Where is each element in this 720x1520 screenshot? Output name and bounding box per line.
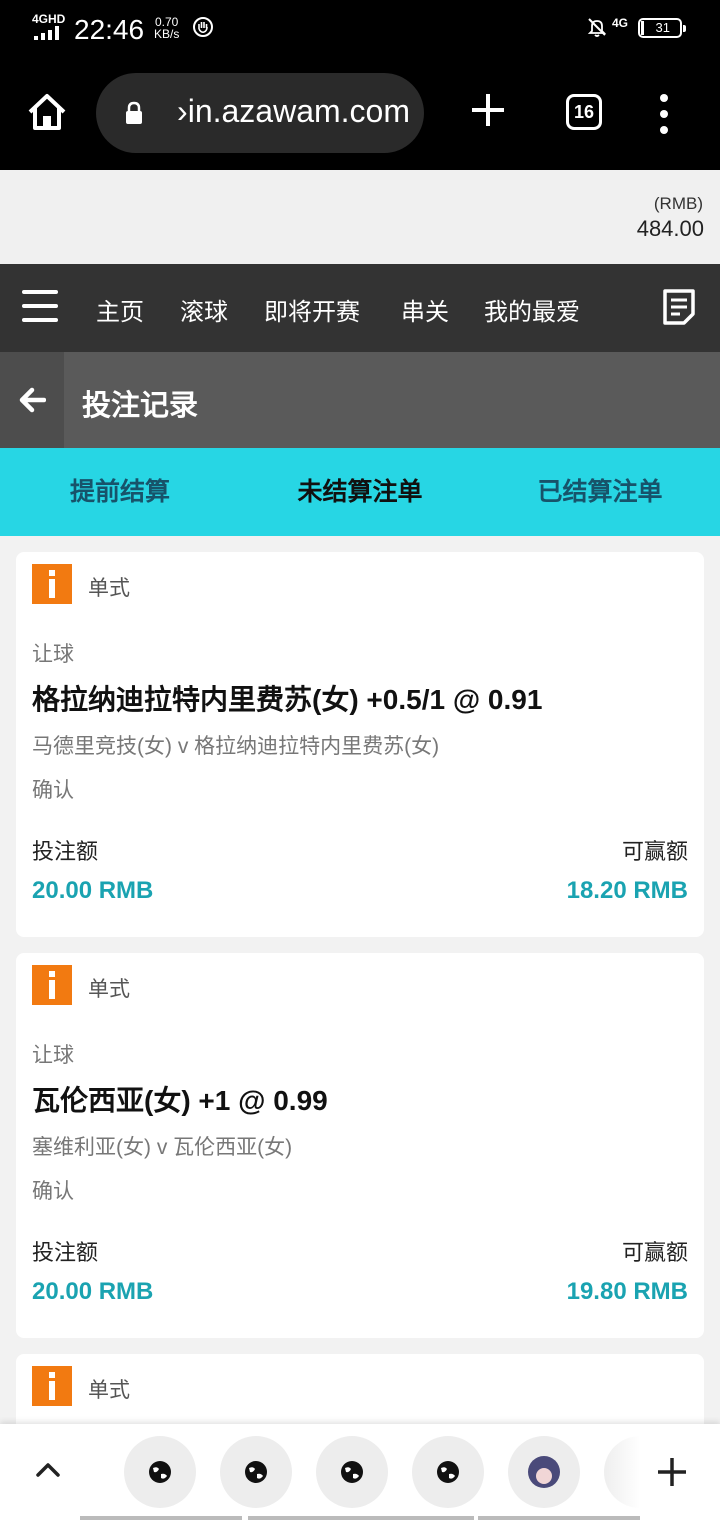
arrow-left-icon xyxy=(19,387,46,413)
browser-tab-thumb[interactable] xyxy=(316,1436,388,1508)
info-icon xyxy=(32,965,72,1005)
balance-amount: 484.00 xyxy=(636,216,704,241)
network-speed: 0.70 KB/s xyxy=(154,15,180,41)
main-nav: 主页 滚球 即将开赛 串关 我的最爱 xyxy=(0,264,720,352)
address-bar[interactable]: ›in.azawam.com xyxy=(96,73,424,153)
info-icon xyxy=(32,564,72,604)
globe-icon xyxy=(341,1461,363,1483)
browser-tab-strip xyxy=(0,1424,720,1520)
balance-panel: (RMB) 484.00 xyxy=(0,170,720,264)
globe-icon xyxy=(437,1461,459,1483)
browser-toolbar: ›in.azawam.com 16 xyxy=(0,60,720,170)
more-vertical-icon[interactable] xyxy=(652,94,676,134)
browser-tab-thumb[interactable] xyxy=(508,1436,580,1508)
tab-strip-indicator xyxy=(80,1516,242,1520)
nav-item-home[interactable]: 主页 xyxy=(96,292,144,327)
bet-tabs: 提前结算 未结算注单 已结算注单 xyxy=(0,448,720,536)
bet-card[interactable]: 单式 让球 格拉纳迪拉特内里费苏(女) +0.5/1 @ 0.91 马德里竞技(… xyxy=(16,552,704,937)
plus-icon[interactable] xyxy=(468,90,508,130)
battery-icon: 31 xyxy=(638,18,686,38)
lock-icon xyxy=(126,101,142,124)
clock: 22:46 xyxy=(74,14,145,45)
tab-switcher-button[interactable]: 16 xyxy=(566,94,602,130)
bet-type: 单式 xyxy=(88,577,130,600)
bet-market: 让球 xyxy=(32,1044,74,1067)
page-header: 投注记录 xyxy=(0,352,720,448)
avatar xyxy=(528,1456,560,1488)
bet-match: 马德里竞技(女) v 格拉纳迪拉特内里费苏(女) xyxy=(32,735,440,758)
nav-item-favorites[interactable]: 我的最爱 xyxy=(484,292,580,327)
hamburger-icon[interactable] xyxy=(22,290,58,322)
notification-off-icon xyxy=(587,18,607,37)
betslip-icon[interactable] xyxy=(662,288,696,326)
nav-item-inplay[interactable]: 滚球 xyxy=(180,292,228,327)
bet-status: 确认 xyxy=(32,1180,74,1203)
nav-item-parlay[interactable]: 串关 xyxy=(401,292,449,327)
tab-unsettled[interactable]: 未结算注单 xyxy=(240,448,480,536)
win-label: 可赢额 xyxy=(621,839,688,864)
tab-strip-indicator xyxy=(248,1516,474,1520)
tab-early-settlement[interactable]: 提前结算 xyxy=(0,448,240,536)
win-amount: 19.80 RMB xyxy=(566,1278,688,1305)
info-icon xyxy=(32,1366,72,1406)
nav-item-upcoming[interactable]: 即将开赛 xyxy=(264,292,360,327)
tab-settled[interactable]: 已结算注单 xyxy=(480,448,720,536)
stake-label: 投注额 xyxy=(32,839,99,864)
stake-amount: 20.00 RMB xyxy=(32,877,154,904)
page-title: 投注记录 xyxy=(82,390,199,422)
browser-tab-thumb[interactable] xyxy=(124,1436,196,1508)
browser-tab-thumb[interactable] xyxy=(220,1436,292,1508)
bet-type: 单式 xyxy=(88,978,130,1001)
bet-match: 塞维利亚(女) v 瓦伦西亚(女) xyxy=(32,1136,293,1159)
globe-icon xyxy=(149,1461,171,1483)
browser-tab-thumb[interactable] xyxy=(412,1436,484,1508)
back-button[interactable] xyxy=(0,352,64,448)
stake-label: 投注额 xyxy=(32,1240,99,1265)
bet-card[interactable]: 单式 让球 瓦伦西亚(女) +1 @ 0.99 塞维利亚(女) v 瓦伦西亚(女… xyxy=(16,953,704,1338)
stake-amount: 20.00 RMB xyxy=(32,1278,154,1305)
chevron-up-icon[interactable] xyxy=(34,1456,62,1484)
tab-strip-indicator xyxy=(478,1516,640,1520)
bet-market: 让球 xyxy=(32,643,74,666)
balance-currency: (RMB) xyxy=(653,194,703,213)
hand-icon xyxy=(193,17,213,37)
browser-tab-thumb[interactable] xyxy=(604,1436,640,1508)
network-type: 4GHD xyxy=(32,12,66,26)
signal-icon xyxy=(34,26,64,40)
bet-selection: 格拉纳迪拉特内里费苏(女) +0.5/1 @ 0.91 xyxy=(32,684,543,715)
plus-icon[interactable] xyxy=(656,1456,688,1488)
bet-type: 单式 xyxy=(88,1379,130,1402)
url-text: ›in.azawam.com xyxy=(177,93,410,129)
bet-status: 确认 xyxy=(32,779,74,802)
bet-selection: 瓦伦西亚(女) +1 @ 0.99 xyxy=(32,1085,328,1116)
win-amount: 18.20 RMB xyxy=(566,877,688,904)
globe-icon xyxy=(245,1461,267,1483)
home-icon[interactable] xyxy=(26,90,68,134)
mobile-data-label: 4G xyxy=(612,16,629,30)
status-bar: 4GHD 22:46 0.70 KB/s 4G 31 xyxy=(0,0,720,60)
win-label: 可赢额 xyxy=(621,1240,688,1265)
